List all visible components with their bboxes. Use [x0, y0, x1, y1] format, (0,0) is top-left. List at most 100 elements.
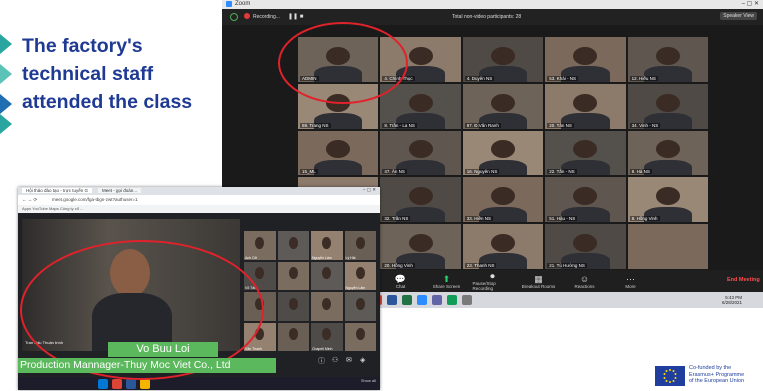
participant-head: [655, 46, 680, 65]
participant-face: [322, 236, 332, 249]
browser-tab-1[interactable]: Hội thảo đào tạo - trực tuyến G: [22, 188, 93, 193]
breakout-icon: ▦: [534, 273, 543, 284]
zoom-participant-tile[interactable]: 8. Hồng Vinh: [627, 177, 708, 223]
zoom-participant-tile[interactable]: [627, 224, 708, 269]
zoom-participant-tile[interactable]: 4. Duyên NS: [462, 37, 544, 82]
end-meeting-button[interactable]: End Meeting: [727, 277, 760, 283]
meet-participant-tile[interactable]: Lý Hải: [344, 231, 376, 260]
participant-body: [314, 159, 363, 176]
participant-name: 12. Hiếu NS: [629, 75, 658, 81]
participant-head: [408, 93, 433, 112]
eu-line-3: of the European Union: [689, 378, 745, 384]
meet-participant-tile[interactable]: [344, 322, 376, 351]
zoom-participant-tile[interactable]: 87. Đ.Văn Ranh: [462, 83, 544, 129]
word-icon[interactable]: [387, 295, 397, 305]
participant-head: [408, 187, 433, 206]
address-bar: ← → ⟳ meet.google.com/fga-tbgn-zwt?authu…: [18, 195, 380, 205]
zoom-task-icon[interactable]: [417, 295, 427, 305]
participant-name: 51. Hậu - NS: [547, 216, 578, 222]
lower-third-name: Vo Buu Loi: [108, 342, 218, 357]
zoom-control-breakout[interactable]: ▦ Breakout Rooms: [519, 274, 559, 289]
meet-chat-icon[interactable]: ✉: [346, 356, 352, 364]
zoom-top-bar: Recording... ❚❚ ■ Total non-video partic…: [222, 9, 763, 25]
meet-info-icon[interactable]: ⓘ: [318, 356, 325, 366]
zoom-participant-tile[interactable]: 15_ML: [298, 130, 379, 176]
browser-tab-2[interactable]: Meet - gọi đoán...: [98, 188, 142, 193]
reactions-icon: ☺: [579, 273, 590, 284]
zoom-control-label: Reactions: [574, 283, 595, 289]
meet-participant-tile[interactable]: Nguyễn Lâm: [344, 261, 376, 290]
participant-head: [490, 93, 516, 112]
share-screen-icon: ⬆: [442, 273, 451, 284]
zoom-participant-tile[interactable]: 23. Thanh NS: [462, 224, 544, 269]
teams-icon[interactable]: [432, 295, 442, 305]
zoom-participant-tile[interactable]: 20. Hồng Vinh: [380, 224, 461, 269]
zoom-participant-tile[interactable]: 32. Trần NS: [380, 177, 461, 223]
chrome-icon[interactable]: [112, 378, 122, 389]
meet-task-icon[interactable]: [447, 295, 457, 305]
zoom-participant-tile[interactable]: 8. Trần - La NS: [380, 83, 461, 129]
excel-icon[interactable]: [402, 295, 412, 305]
bookmarks-text[interactable]: Apps YouTube Maps Công ty cổ ...: [22, 206, 83, 211]
zoom-participant-tile[interactable]: 20. Tân NS: [545, 83, 626, 129]
meet-participant-tile[interactable]: [277, 292, 309, 321]
zoom-participant-tile[interactable]: 16. Nguyên NS: [462, 130, 544, 176]
meet-participant-tile[interactable]: [277, 322, 309, 351]
start-icon[interactable]: [98, 378, 108, 389]
zoom-participant-tile[interactable]: 53. Khải - NS: [545, 37, 626, 82]
meet-participant-tile[interactable]: [344, 292, 376, 321]
window-controls-icon[interactable]: – ▢ ✕: [363, 187, 376, 193]
meet-people-icon[interactable]: ⚇: [332, 356, 338, 364]
lower-third-title: Production Mannager-Thuy Moc Viet Co., L…: [18, 358, 276, 373]
word-icon[interactable]: [126, 378, 136, 389]
meet-participant-tile[interactable]: [311, 261, 343, 290]
participant-face: [288, 328, 298, 341]
zoom-participant-tile[interactable]: 12. Hiếu NS: [627, 37, 708, 82]
clock-date: 6/28/2021: [722, 300, 743, 305]
participant-face: [288, 267, 298, 280]
show-all-link[interactable]: Show all: [361, 378, 376, 383]
zoom-control-record[interactable]: ⏺ Pause/Stop Recording: [473, 271, 513, 291]
security-shield-icon[interactable]: [230, 13, 238, 21]
window-controls-icon[interactable]: – ▢ ✕: [742, 0, 759, 7]
participant-name: 20. Tân NS: [547, 122, 574, 128]
speaker-view-button[interactable]: Speaker View: [720, 12, 757, 20]
zoom-participant-tile[interactable]: 51. Hậu - NS: [545, 177, 626, 223]
meet-activities-icon[interactable]: ◈: [360, 356, 365, 364]
meet-participant-tile[interactable]: Chapell Minh: [311, 322, 343, 351]
pause-recording-icon[interactable]: ❚❚ ■: [288, 13, 303, 20]
zoom-participant-tile[interactable]: 8. Hà NS: [627, 130, 708, 176]
nav-arrows-icon[interactable]: ← → ⟳: [22, 197, 37, 203]
participant-name: 34. Vinh - NS: [629, 122, 661, 128]
meet-participant-tile[interactable]: Anh Dỡ: [244, 231, 276, 260]
url-field[interactable]: meet.google.com/fga-tbgn-zwt?authuser=1: [52, 197, 138, 202]
meet-participant-tile[interactable]: [277, 231, 309, 260]
participant-face: [255, 236, 265, 249]
app-task-icon[interactable]: [462, 295, 472, 305]
participant-name: 8. Trần - La NS: [382, 122, 417, 128]
zoom-participant-tile[interactable]: 33. Hiền NS: [462, 177, 544, 223]
zoom-participant-tile[interactable]: 47. Ân NS: [380, 130, 461, 176]
participant-head: [655, 93, 680, 112]
participant-head: [655, 140, 680, 159]
zoom-control-label: Pause/Stop Recording: [472, 281, 496, 291]
slide-decoration-arrow: [0, 64, 12, 84]
meet-participant-tile[interactable]: [311, 292, 343, 321]
meet-participant-tile[interactable]: Nguyễn Lâm: [311, 231, 343, 260]
file-explorer-icon[interactable]: [140, 378, 150, 389]
bookmarks-bar: Apps YouTube Maps Công ty cổ ...: [18, 205, 380, 213]
zoom-participant-tile[interactable]: 22. Tấn - NS: [545, 130, 626, 176]
zoom-control-chat[interactable]: 💬 Chat: [381, 274, 421, 289]
chat-icon: 💬: [394, 273, 407, 284]
eu-flag-logo: [655, 366, 685, 386]
zoom-control-more[interactable]: ⋯ More: [611, 274, 651, 289]
meet-participant-tile[interactable]: [277, 261, 309, 290]
zoom-control-share-screen[interactable]: ⬆ Share Screen: [427, 274, 467, 289]
participant-face: [322, 267, 332, 280]
zoom-participant-tile[interactable]: 21. Tú Hường NS: [545, 224, 626, 269]
participant-face: [355, 297, 365, 310]
participant-name: Văn Thanh: [245, 347, 263, 351]
zoom-control-reactions[interactable]: ☺ Reactions: [565, 274, 605, 289]
zoom-app-title: Zoom: [235, 1, 251, 7]
zoom-participant-tile[interactable]: 34. Vinh - NS: [627, 83, 708, 129]
